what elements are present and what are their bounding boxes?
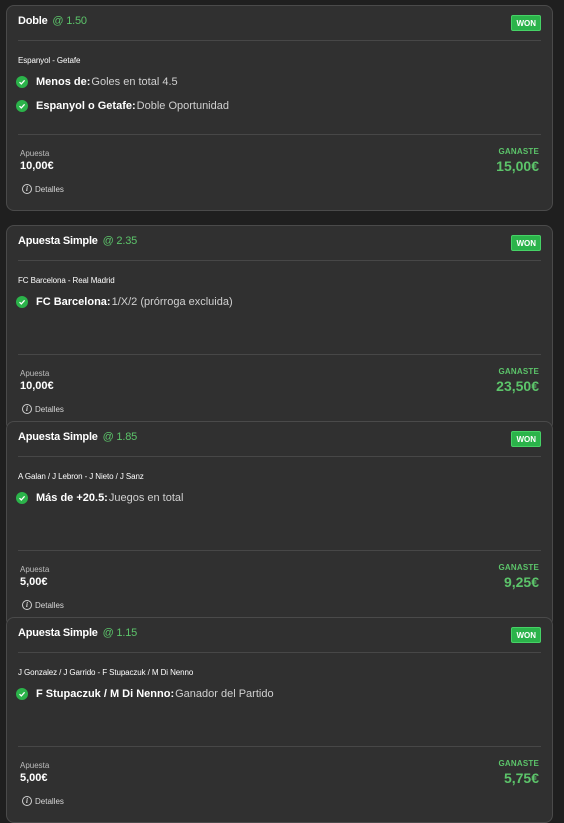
bet-type: Apuesta Simple bbox=[18, 627, 98, 639]
bet-odds: @ 1.50 bbox=[52, 15, 87, 27]
selection-market: Goles en total 4.5 bbox=[91, 76, 178, 88]
selection-name: Menos de: bbox=[36, 76, 91, 88]
selection: Espanyol o Getafe: Doble Oportunidad bbox=[16, 99, 229, 113]
bet-header: Doble @ 1.50 bbox=[18, 15, 87, 27]
stake-value: 5,00€ bbox=[20, 576, 48, 588]
bet-header: Apuesta Simple @ 1.85 bbox=[18, 431, 137, 443]
check-icon bbox=[16, 76, 28, 88]
bet-odds: @ 1.15 bbox=[102, 627, 138, 639]
bet-card: Apuesta Simple @ 2.35 WON FC Barcelona -… bbox=[6, 225, 553, 431]
bet-card: Apuesta Simple @ 1.85 WON A Galan / J Le… bbox=[6, 421, 553, 627]
bet-odds: @ 1.85 bbox=[102, 431, 138, 443]
selection-name: Espanyol o Getafe: bbox=[36, 100, 136, 112]
selection-market: Juegos en total bbox=[108, 492, 184, 504]
event-name: FC Barcelona - Real Madrid bbox=[18, 276, 115, 285]
details-link[interactable]: i Detalles bbox=[22, 796, 64, 806]
bet-header: Apuesta Simple @ 2.35 bbox=[18, 235, 137, 247]
details-link[interactable]: i Detalles bbox=[22, 184, 64, 194]
event-name: J Gonzalez / J Garrido - F Stupaczuk / M… bbox=[18, 668, 194, 677]
winnings-label: GANASTE bbox=[498, 759, 539, 768]
stake-value: 10,00€ bbox=[20, 160, 54, 172]
winnings-label: GANASTE bbox=[498, 563, 539, 572]
status-badge: WON bbox=[511, 627, 541, 643]
details-link[interactable]: i Detalles bbox=[22, 600, 64, 610]
selection: Más de +20.5: Juegos en total bbox=[16, 491, 183, 505]
bet-card: Doble @ 1.50 WON Espanyol - Getafe Menos… bbox=[6, 5, 553, 211]
selection-name: Más de +20.5: bbox=[36, 492, 108, 504]
stake-label: Apuesta bbox=[20, 761, 50, 770]
selection-market: 1/X/2 (prórroga excluida) bbox=[111, 296, 233, 308]
info-icon: i bbox=[22, 600, 32, 610]
winnings-value: 15,00€ bbox=[496, 158, 539, 174]
check-icon bbox=[16, 100, 28, 112]
selection: Menos de: Goles en total 4.5 bbox=[16, 75, 178, 89]
divider bbox=[18, 260, 541, 261]
info-icon: i bbox=[22, 184, 32, 194]
bet-type: Apuesta Simple bbox=[18, 235, 98, 247]
stake-label: Apuesta bbox=[20, 149, 50, 158]
info-icon: i bbox=[22, 404, 32, 414]
details-label: Detalles bbox=[35, 184, 64, 194]
selection-market: Ganador del Partido bbox=[175, 688, 274, 700]
winnings-label: GANASTE bbox=[498, 147, 539, 156]
selection: F Stupaczuk / M Di Nenno: Ganador del Pa… bbox=[16, 687, 274, 701]
check-icon bbox=[16, 688, 28, 700]
winnings-label: GANASTE bbox=[498, 367, 539, 376]
status-badge: WON bbox=[511, 235, 541, 251]
check-icon bbox=[16, 296, 28, 308]
check-icon bbox=[16, 492, 28, 504]
status-badge: WON bbox=[511, 15, 541, 31]
status-badge: WON bbox=[511, 431, 541, 447]
selection-name: F Stupaczuk / M Di Nenno: bbox=[36, 688, 175, 700]
details-link[interactable]: i Detalles bbox=[22, 404, 64, 414]
details-label: Detalles bbox=[35, 600, 64, 610]
selection-market: Doble Oportunidad bbox=[136, 100, 229, 112]
details-label: Detalles bbox=[35, 404, 64, 414]
stake-value: 10,00€ bbox=[20, 380, 54, 392]
event-name: Espanyol - Getafe bbox=[18, 56, 81, 65]
divider bbox=[18, 354, 541, 355]
winnings-value: 9,25€ bbox=[503, 574, 539, 590]
bet-odds: @ 2.35 bbox=[102, 235, 138, 247]
stake-value: 5,00€ bbox=[20, 772, 48, 784]
bet-type: Apuesta Simple bbox=[18, 431, 98, 443]
divider bbox=[18, 746, 541, 747]
bet-card: Apuesta Simple @ 1.15 WON J Gonzalez / J… bbox=[6, 617, 553, 823]
bet-header: Apuesta Simple @ 1.15 bbox=[18, 627, 137, 639]
winnings-value: 5,75€ bbox=[503, 770, 539, 786]
event-name: A Galan / J Lebron - J Nieto / J Sanz bbox=[18, 472, 144, 481]
divider bbox=[18, 456, 541, 457]
stake-label: Apuesta bbox=[20, 369, 50, 378]
details-label: Detalles bbox=[35, 796, 64, 806]
divider bbox=[18, 550, 541, 551]
divider bbox=[18, 652, 541, 653]
divider bbox=[18, 134, 541, 135]
winnings-value: 23,50€ bbox=[496, 378, 539, 394]
stake-label: Apuesta bbox=[20, 565, 50, 574]
selection: FC Barcelona: 1/X/2 (prórroga excluida) bbox=[16, 295, 233, 309]
bet-type: Doble bbox=[18, 15, 48, 27]
selection-name: FC Barcelona: bbox=[36, 296, 111, 308]
divider bbox=[18, 40, 541, 41]
info-icon: i bbox=[22, 796, 32, 806]
